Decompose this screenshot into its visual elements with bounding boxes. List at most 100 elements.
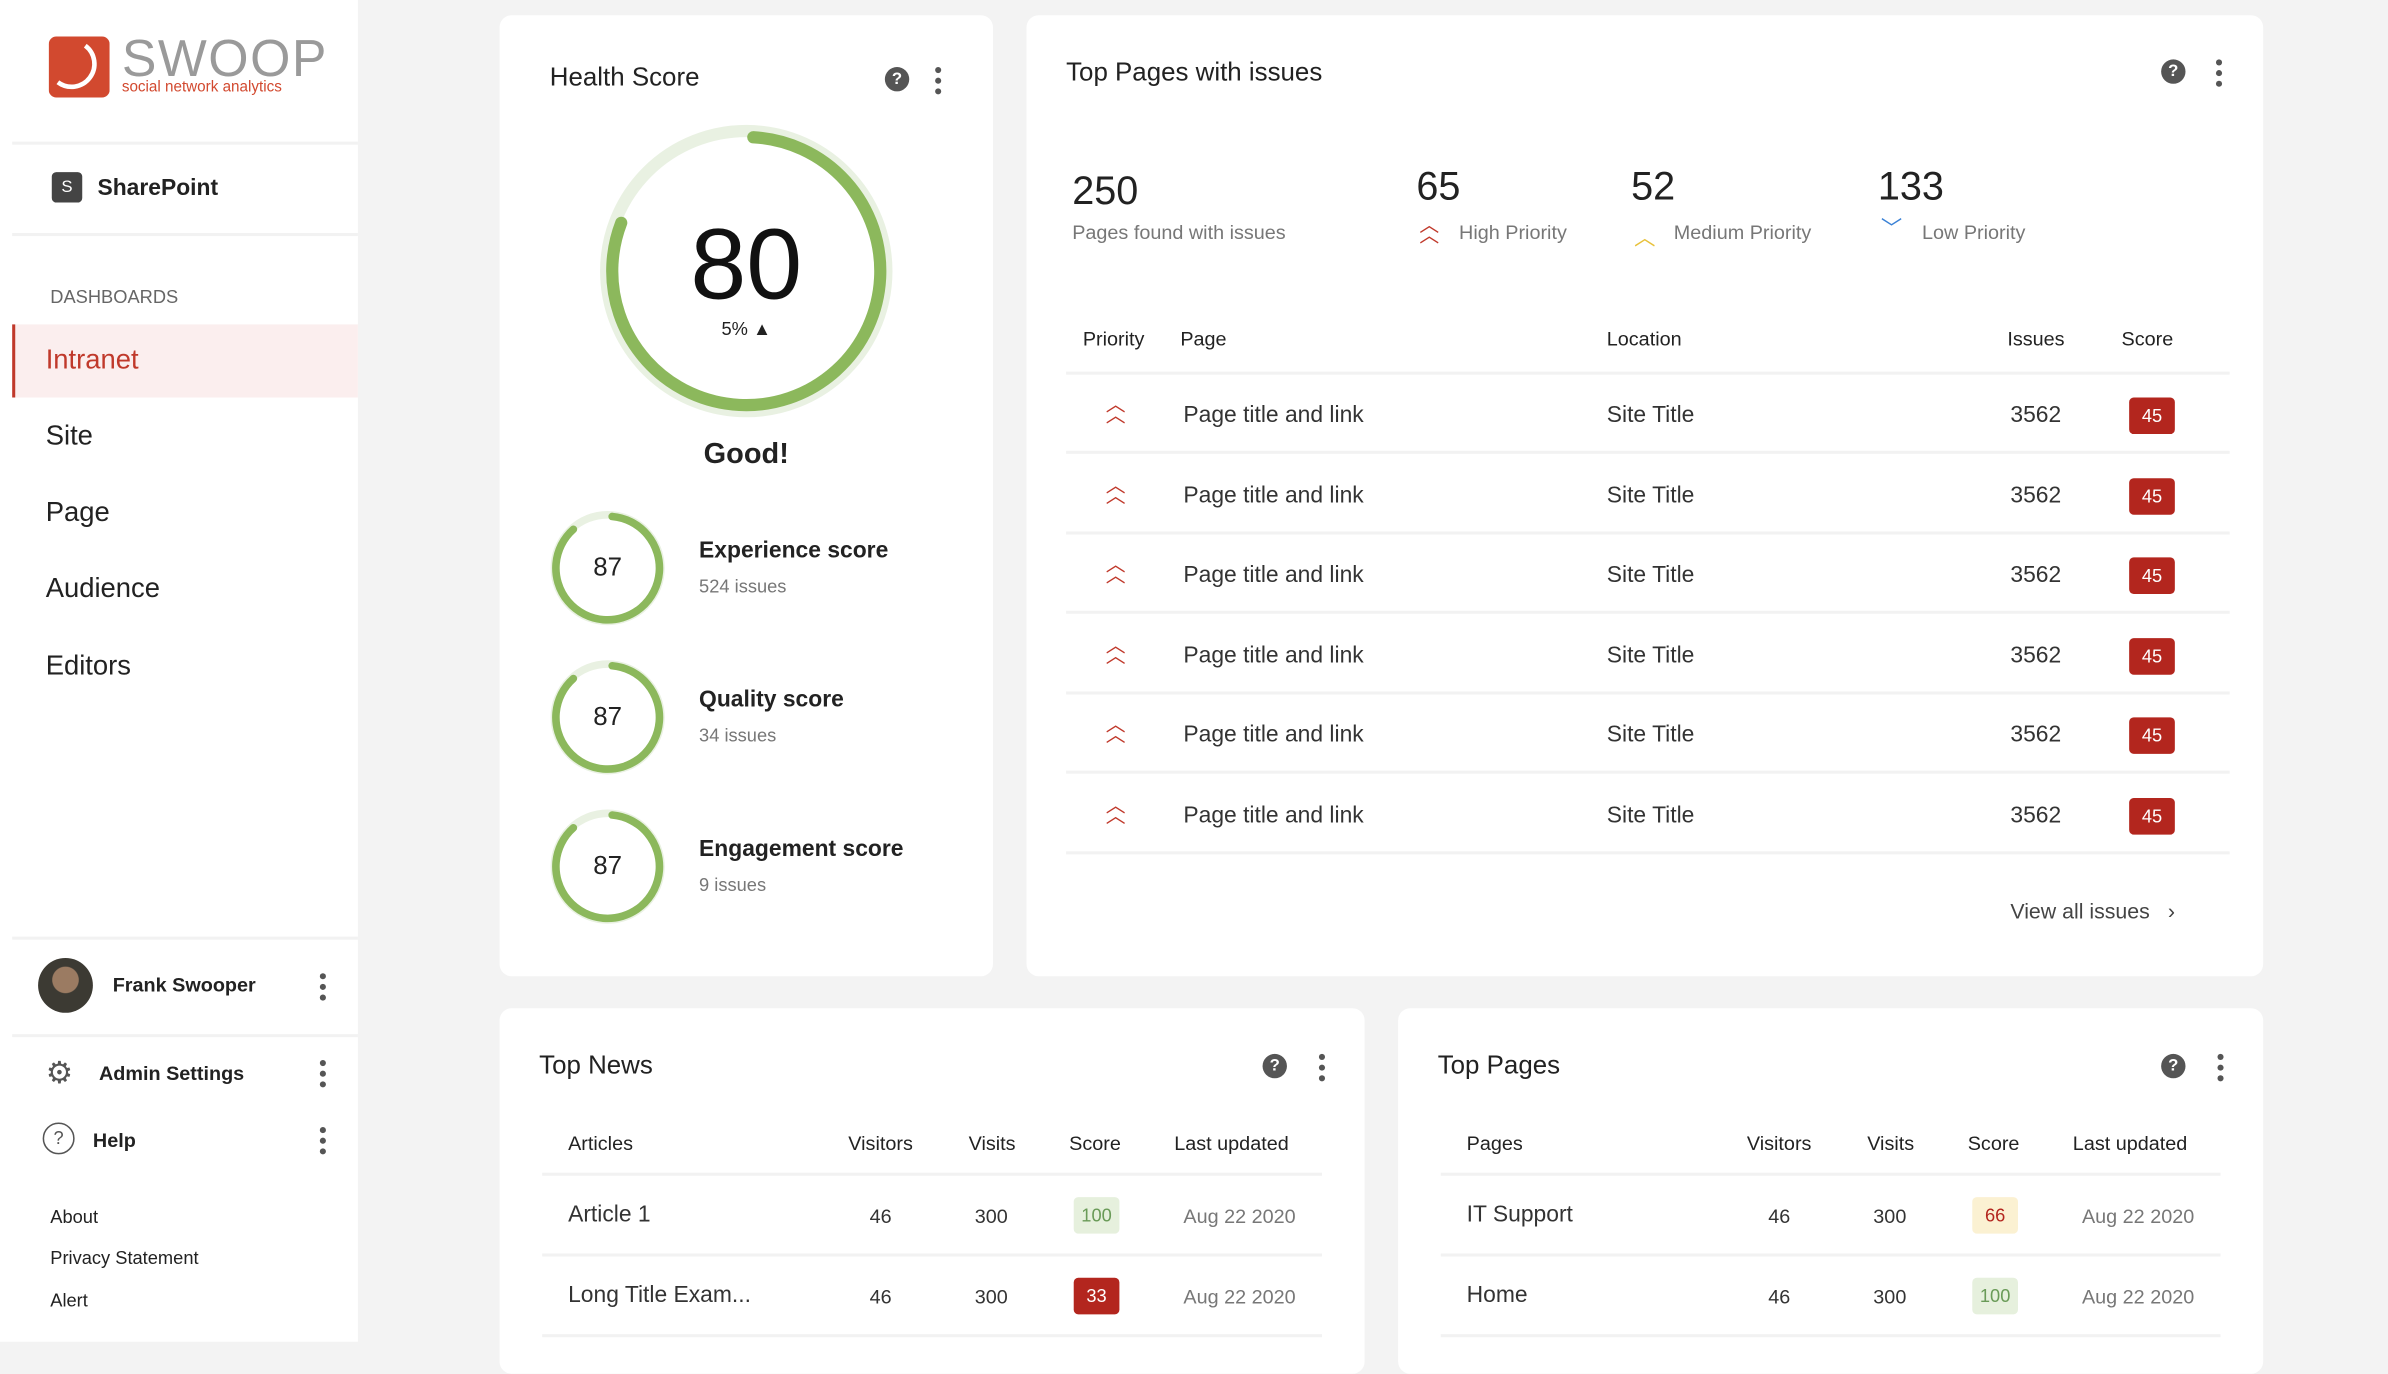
subscore-issues: 524 issues: [699, 575, 787, 598]
chevron-up-icon: ︿: [1634, 225, 1656, 250]
page-link[interactable]: Page title and link: [1183, 722, 1363, 748]
divider: [12, 233, 358, 237]
top-pages-card: Top Pages ? Pages Visitors Visits Score Last…: [1398, 1008, 2264, 1374]
stat-total-value: 250: [1072, 167, 1139, 214]
double-chevron-up-icon: ︿ ︿: [1105, 552, 1126, 587]
score-badge: 45: [2129, 637, 2175, 674]
sidebar-item-audience[interactable]: Audience: [12, 553, 358, 626]
help-icon[interactable]: ?: [2161, 59, 2186, 84]
location-cell: Site Title: [1606, 482, 1695, 508]
avatar[interactable]: [38, 957, 93, 1013]
subscore-label[interactable]: Quality score: [699, 687, 844, 713]
subscore-issues: 34 issues: [699, 724, 777, 747]
page-link[interactable]: Page title and link: [1183, 802, 1363, 828]
column-header[interactable]: Score: [1968, 1132, 2020, 1155]
user-name[interactable]: Frank Swooper: [113, 973, 256, 996]
sidebar: SWOOP social network analytics S SharePo…: [0, 0, 358, 1342]
location-cell: Site Title: [1606, 721, 1695, 748]
row-divider: [1066, 770, 2230, 774]
more-options-icon[interactable]: [2215, 59, 2223, 87]
row-divider: [542, 1334, 1322, 1338]
name-link[interactable]: IT Support: [1467, 1202, 1573, 1228]
page-link[interactable]: Page title and link: [1183, 562, 1363, 588]
more-options-icon[interactable]: [2217, 1053, 2224, 1082]
column-header[interactable]: Articles: [568, 1132, 633, 1155]
column-header[interactable]: Visits: [1867, 1132, 1914, 1155]
sidebar-item-intranet[interactable]: Intranet: [12, 324, 358, 398]
more-options-icon[interactable]: [1318, 1053, 1326, 1082]
help-menu-icon[interactable]: [319, 1127, 326, 1155]
sidebar-item-site[interactable]: Site: [12, 401, 358, 474]
column-header[interactable]: Score: [1069, 1132, 1121, 1155]
subscore-label[interactable]: Experience score: [699, 538, 888, 564]
issues-cell: 3562: [2010, 801, 2062, 828]
location-cell: Site Title: [1606, 561, 1695, 588]
row-divider: [1066, 610, 2230, 614]
last-updated-cell: Aug 22 2020: [1183, 1204, 1296, 1228]
page-link[interactable]: Page title and link: [1183, 482, 1363, 508]
row-divider: [542, 1172, 1322, 1176]
subscore-label[interactable]: Engagement score: [699, 836, 903, 862]
column-header[interactable]: Last updated: [2073, 1132, 2188, 1155]
last-updated-cell: Aug 22 2020: [1183, 1285, 1296, 1309]
row-divider: [542, 1253, 1322, 1257]
column-header[interactable]: Visits: [969, 1132, 1016, 1155]
chevron-right-icon: ›: [2167, 898, 2176, 923]
sidebar-item-page[interactable]: Page: [12, 477, 358, 550]
help-icon[interactable]: ?: [2161, 1053, 2186, 1079]
stat-high-label: High Priority: [1459, 220, 1567, 244]
column-header[interactable]: Visitors: [1747, 1132, 1812, 1155]
double-chevron-up-icon: ︿ ︿: [1419, 213, 1440, 247]
score-badge: 100: [1073, 1197, 1120, 1234]
more-options-icon[interactable]: [935, 67, 942, 95]
page-link[interactable]: Page title and link: [1183, 402, 1363, 428]
double-chevron-up-icon: ︿ ︿: [1105, 712, 1126, 747]
card-title: Top News: [539, 1050, 653, 1080]
admin-settings-link[interactable]: Admin Settings: [99, 1062, 244, 1085]
name-link[interactable]: Long Title Exam...: [568, 1282, 751, 1308]
column-header[interactable]: Last updated: [1174, 1132, 1289, 1155]
user-menu-icon[interactable]: [319, 973, 326, 1001]
subscore-value: 87: [593, 552, 623, 582]
help-icon[interactable]: ?: [1262, 1053, 1287, 1079]
chevron-down-icon: ﹀: [1880, 216, 1903, 241]
help-circle-icon[interactable]: ?: [42, 1122, 75, 1155]
health-status: Good!: [703, 438, 789, 471]
stat-low-value: 133: [1877, 162, 1944, 209]
privacy-link[interactable]: Privacy Statement: [50, 1247, 198, 1268]
column-header[interactable]: Page: [1180, 327, 1226, 350]
last-updated-cell: Aug 22 2020: [2081, 1285, 2195, 1309]
column-header[interactable]: Location: [1607, 327, 1682, 350]
help-link[interactable]: Help: [93, 1129, 136, 1152]
triangle-up-icon: ▲: [752, 318, 772, 340]
section-label: DASHBOARDS: [50, 286, 179, 308]
row-divider: [1066, 530, 2230, 534]
column-header[interactable]: Pages: [1467, 1132, 1523, 1155]
name-link[interactable]: Home: [1467, 1282, 1528, 1308]
column-header[interactable]: Score: [2122, 327, 2174, 350]
swoop-logo[interactable]: SWOOP social network analytics: [48, 30, 326, 104]
admin-menu-icon[interactable]: [319, 1060, 326, 1088]
name-link[interactable]: Article 1: [568, 1202, 651, 1228]
column-header[interactable]: Visitors: [848, 1132, 913, 1155]
card-title: Top Pages: [1437, 1050, 1561, 1080]
issues-cell: 3562: [2010, 561, 2062, 588]
sidebar-item-editors[interactable]: Editors: [12, 631, 358, 704]
visits-cell: 300: [974, 1204, 1008, 1228]
sharepoint-icon: S: [51, 172, 83, 203]
stat-medium-label: Medium Priority: [1673, 220, 1812, 244]
location-cell: Site Title: [1606, 402, 1695, 428]
top-pages-issues-card: Top Pages with issues ? 250 Pages found …: [1026, 15, 2264, 977]
score-badge: 100: [1972, 1277, 2018, 1315]
gear-icon[interactable]: ⚙: [46, 1054, 73, 1092]
view-all-issues-link[interactable]: View all issues ›: [2010, 899, 2175, 923]
column-header[interactable]: Priority: [1083, 327, 1145, 350]
double-chevron-up-icon: ︿ ︿: [1105, 632, 1126, 667]
about-link[interactable]: About: [50, 1206, 98, 1227]
score-badge: 45: [2129, 717, 2175, 754]
health-score-card: Health Score ? 80 5% ▲ Good! 87 Experien…: [499, 15, 993, 977]
column-header[interactable]: Issues: [2007, 327, 2064, 350]
help-icon[interactable]: ?: [884, 67, 910, 92]
page-link[interactable]: Page title and link: [1183, 642, 1363, 668]
alert-link[interactable]: Alert: [50, 1290, 88, 1311]
